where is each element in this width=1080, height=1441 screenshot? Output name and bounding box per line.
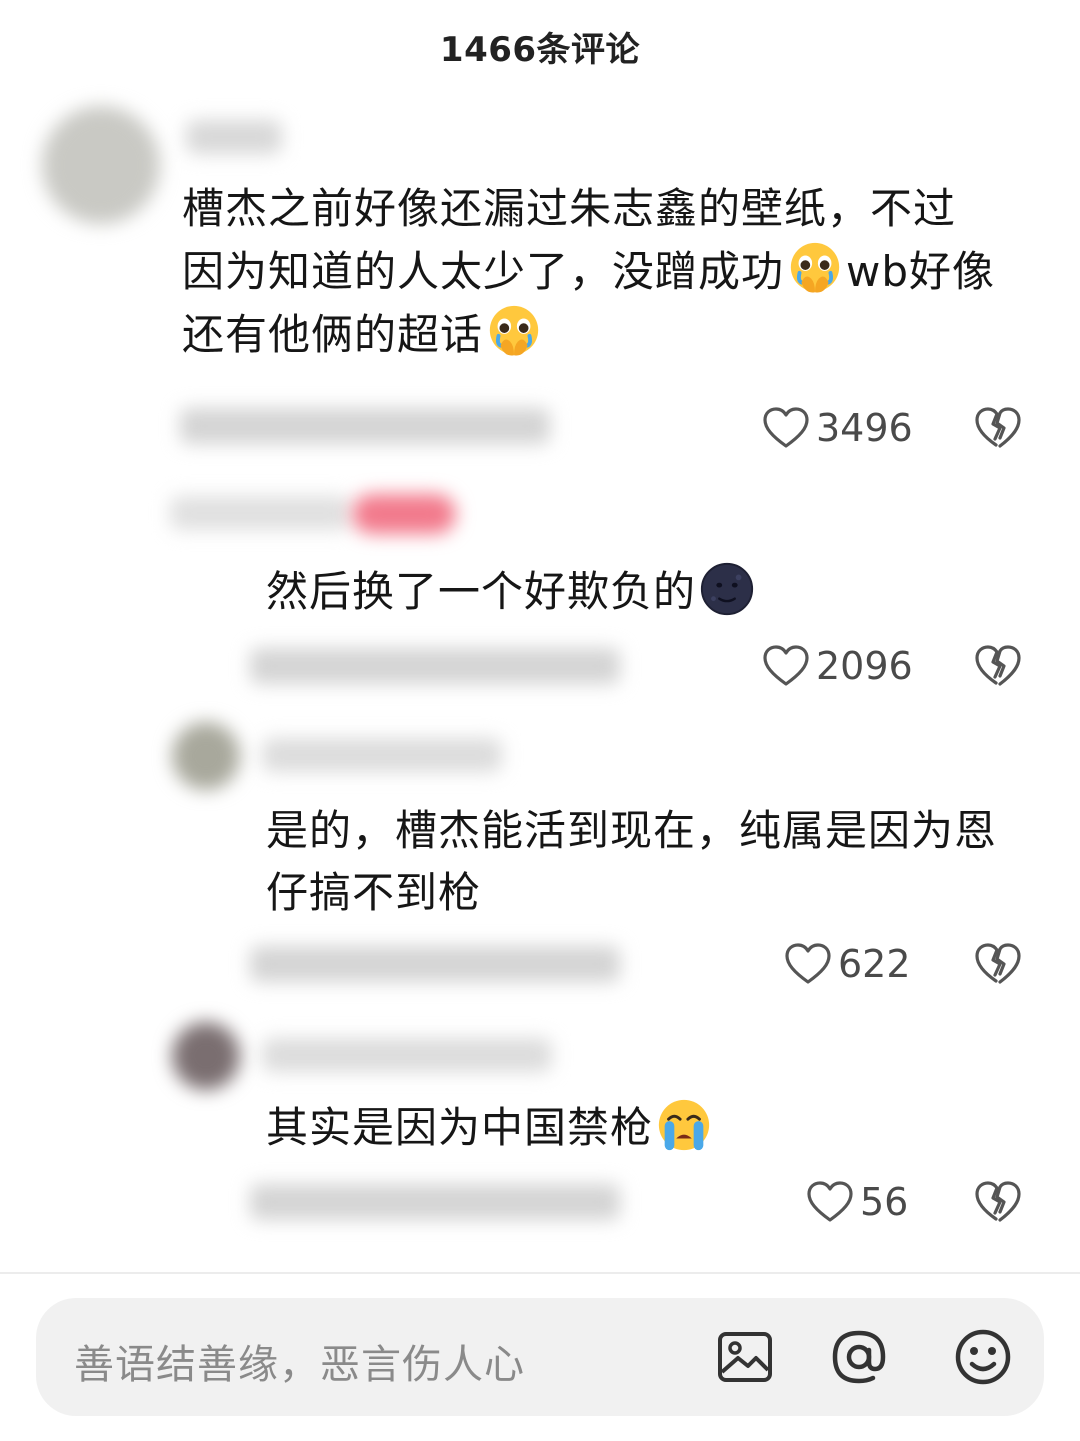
comment-text: 是的，槽杰能活到现在，纯属是因为恩 仔搞不到枪 xyxy=(266,800,1046,924)
comment-meta xyxy=(250,946,620,982)
heart-outline-icon xyxy=(762,644,810,688)
like-button[interactable]: 622 xyxy=(784,942,911,986)
smiley-face-icon[interactable] xyxy=(954,1328,1012,1386)
comment-line-part: 还有他俩的超话 xyxy=(182,310,484,359)
avatar[interactable] xyxy=(42,106,160,224)
like-count: 622 xyxy=(838,942,911,986)
pleading-face-emoji xyxy=(485,303,543,361)
username[interactable] xyxy=(186,120,282,154)
pleading-face-emoji xyxy=(786,240,844,298)
comment-line-part: 因为知道的人太少了，没蹭成功 xyxy=(182,247,785,296)
heart-outline-icon xyxy=(762,406,810,450)
username[interactable] xyxy=(170,496,350,530)
comments-count-title: 1466条评论 xyxy=(439,30,641,70)
comment-meta xyxy=(250,1184,620,1220)
broken-heart-icon[interactable] xyxy=(974,1180,1022,1224)
comment-meta xyxy=(250,648,620,684)
comment-input-placeholder[interactable]: 善语结善缘，恶言伤人心 xyxy=(74,1332,525,1390)
loudly-crying-face-emoji xyxy=(655,1096,713,1154)
avatar[interactable] xyxy=(172,1022,240,1090)
comment-line-part: 其实是因为中国禁枪 xyxy=(266,1103,654,1152)
comment-line-part: 然后换了一个好欺负的 xyxy=(266,567,697,616)
comment-line: 仔搞不到枪 xyxy=(266,868,482,917)
like-count: 2096 xyxy=(816,644,913,688)
comment-line: 槽杰之前好像还漏过朱志鑫的壁纸，不过 xyxy=(182,184,957,233)
like-button[interactable]: 3496 xyxy=(762,406,913,450)
comment-text: 然后换了一个好欺负的 xyxy=(266,560,1046,623)
comment-line: 因为知道的人太少了，没蹭成功 wb好像 xyxy=(182,240,1042,303)
comment-line: 还有他俩的超话 xyxy=(182,303,1042,366)
author-badge xyxy=(352,494,456,534)
broken-heart-icon[interactable] xyxy=(974,644,1022,688)
like-button[interactable]: 56 xyxy=(806,1180,908,1224)
comment-line: 其实是因为中国禁枪 xyxy=(266,1096,1046,1159)
image-icon[interactable] xyxy=(716,1328,774,1386)
like-button[interactable]: 2096 xyxy=(762,644,913,688)
avatar[interactable] xyxy=(172,722,240,790)
heart-outline-icon xyxy=(784,942,832,986)
divider xyxy=(0,1272,1080,1274)
comment-input-bar[interactable]: 善语结善缘，恶言伤人心 xyxy=(36,1298,1044,1416)
broken-heart-icon[interactable] xyxy=(974,406,1022,450)
comment-meta xyxy=(180,408,550,444)
like-count: 56 xyxy=(860,1180,909,1224)
new-moon-face-emoji xyxy=(698,560,756,618)
username[interactable] xyxy=(262,1038,552,1072)
comment-line-part: wb好像 xyxy=(846,247,996,296)
broken-heart-icon[interactable] xyxy=(974,942,1022,986)
comment-text: 其实是因为中国禁枪 xyxy=(266,1096,1046,1159)
heart-outline-icon xyxy=(806,1180,854,1224)
comment-line: 是的，槽杰能活到现在，纯属是因为恩 xyxy=(266,806,998,855)
comment-text: 槽杰之前好像还漏过朱志鑫的壁纸，不过 因为知道的人太少了，没蹭成功 wb好像 还有… xyxy=(182,178,1042,366)
username[interactable] xyxy=(262,738,502,772)
comment-line: 然后换了一个好欺负的 xyxy=(266,560,1046,623)
like-count: 3496 xyxy=(816,406,913,450)
at-mention-icon[interactable] xyxy=(830,1328,888,1386)
